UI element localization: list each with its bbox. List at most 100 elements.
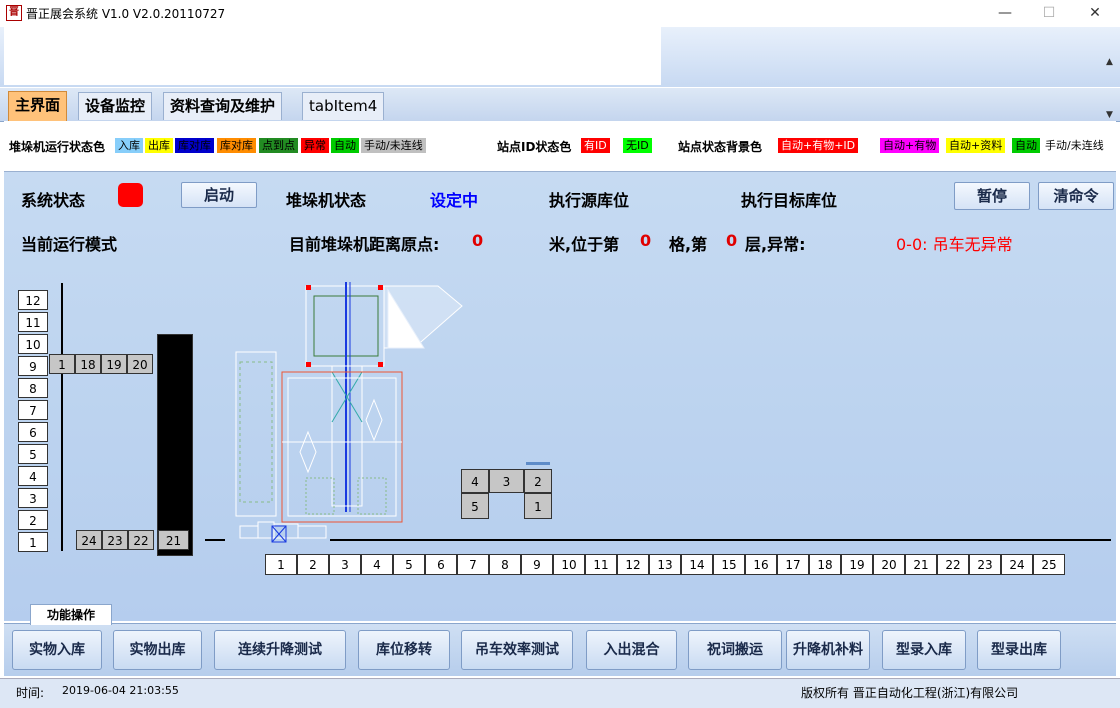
column-cell[interactable]: 9 [521,554,553,575]
stacker-diagram [235,282,463,543]
column-cell[interactable]: 22 [937,554,969,575]
function-button[interactable]: 型录入库 [882,630,966,670]
function-button[interactable]: 连续升降测试 [214,630,346,670]
column-cell[interactable]: 21 [905,554,937,575]
station-cell[interactable]: 2 [524,469,552,493]
function-button[interactable]: 实物出库 [113,630,202,670]
tab-device-monitor[interactable]: 设备监控 [78,92,153,120]
station-cell[interactable]: 4 [461,469,489,493]
pause-button[interactable]: 暂停 [954,182,1030,210]
column-cell[interactable]: 16 [745,554,777,575]
rack-cell[interactable]: 1 [18,532,48,552]
source-location-label: 执行源库位 [549,191,630,210]
column-cell[interactable]: 8 [489,554,521,575]
app-icon: 晋 [6,5,22,21]
rack-cell[interactable]: 9 [18,356,48,376]
column-label: 格,第 [669,235,708,254]
rack-cell[interactable]: 10 [18,334,48,354]
column-cell[interactable]: 25 [1033,554,1065,575]
legend-swatch: 入库 [115,138,143,153]
run-mode-label: 当前运行模式 [21,235,118,254]
distance-value: 0 [472,231,484,250]
function-button[interactable]: 祝词搬运 [688,630,782,670]
error-text: 0-0: 吊车无异常 [896,235,1013,254]
function-button[interactable]: 库位移转 [358,630,450,670]
minimize-button[interactable]: — [982,0,1028,27]
station-cell[interactable]: 3 [489,469,524,493]
legend-swatch: 手动/未连线 [361,138,426,153]
rack-cell[interactable]: 1 [49,354,75,374]
column-cell[interactable]: 4 [361,554,393,575]
time-value: 2019-06-04 21:03:55 [62,684,179,697]
column-cell[interactable]: 7 [457,554,489,575]
copyright-text: 版权所有 晋正自动化工程(浙江)有限公司 [801,686,1019,700]
legend-swatch: 出库 [145,138,173,153]
legend-swatch: 无ID [623,138,652,153]
header-logo-area [4,27,661,85]
tab-main[interactable]: 主界面 [8,91,68,123]
clear-command-button[interactable]: 清命令 [1038,182,1114,210]
rack-cell[interactable]: 6 [18,422,48,442]
legend-swatch: 自动 [331,138,359,153]
column-cell[interactable]: 1 [265,554,297,575]
column-cell[interactable]: 23 [969,554,1001,575]
column-cell[interactable]: 19 [841,554,873,575]
column-cell[interactable]: 14 [681,554,713,575]
column-cell[interactable]: 11 [585,554,617,575]
maximize-button[interactable]: ☐ [1026,0,1072,27]
tab-data-query[interactable]: 资料查询及维护 [163,92,283,120]
station-id-legend-label: 站点ID状态色 [497,140,572,154]
rack-cell[interactable]: 21 [158,530,189,550]
column-cell[interactable]: 2 [297,554,329,575]
column-cell[interactable]: 17 [777,554,809,575]
function-button[interactable]: 入出混合 [586,630,677,670]
function-button[interactable]: 实物入库 [12,630,102,670]
close-button[interactable]: ✕ [1072,0,1118,27]
stacker-state-value: 设定中 [430,191,479,210]
rack-cell[interactable]: 24 [76,530,102,550]
rack-cell[interactable]: 12 [18,290,48,310]
window-title: 晋正展会系统 V1.0 V2.0.20110727 [26,7,226,21]
function-button[interactable]: 升降机补料 [786,630,870,670]
column-cell[interactable]: 15 [713,554,745,575]
rack-cell[interactable]: 20 [127,354,153,374]
function-button[interactable]: 型录出库 [977,630,1061,670]
system-state-label: 系统状态 [21,191,86,210]
station-cell[interactable]: 1 [524,493,552,519]
legend-swatch: 库对库 [217,138,256,153]
tab-item4[interactable]: tabItem4 [302,92,385,120]
rack-cell[interactable]: 2 [18,510,48,530]
legend-swatch: 自动 [1012,138,1040,153]
rack-cell[interactable]: 11 [18,312,48,332]
scroll-up-icon[interactable]: ▲ [1106,57,1113,67]
rack-cell[interactable]: 18 [75,354,101,374]
column-cell[interactable]: 6 [425,554,457,575]
rack-cell[interactable]: 3 [18,488,48,508]
rack-cell[interactable]: 4 [18,466,48,486]
function-tab[interactable]: 功能操作 [30,604,112,625]
column-cell[interactable]: 10 [553,554,585,575]
column-cell[interactable]: 13 [649,554,681,575]
rack-cell[interactable]: 5 [18,444,48,464]
column-cell[interactable]: 5 [393,554,425,575]
column-cell[interactable]: 3 [329,554,361,575]
rack-cell[interactable]: 23 [102,530,128,550]
column-cell[interactable]: 12 [617,554,649,575]
scroll-down-icon[interactable]: ▼ [1106,110,1113,120]
rack-cell[interactable]: 22 [128,530,154,550]
start-button[interactable]: 启动 [181,182,257,208]
column-cell[interactable]: 24 [1001,554,1033,575]
rack-cell[interactable]: 8 [18,378,48,398]
legend-swatch: 自动+有物 [880,138,940,153]
station-cell[interactable]: 5 [461,493,489,519]
legend-swatch: 库对库 [175,138,214,153]
rack-cell[interactable]: 7 [18,400,48,420]
legend-swatch: 有ID [581,138,610,153]
rack-cell[interactable]: 19 [101,354,127,374]
legend-swatch: 自动+有物+ID [778,138,859,153]
column-cell[interactable]: 18 [809,554,841,575]
function-button[interactable]: 吊车效率测试 [461,630,573,670]
rack-divider [61,283,63,551]
column-cell[interactable]: 20 [873,554,905,575]
black-rack-column [157,334,193,556]
